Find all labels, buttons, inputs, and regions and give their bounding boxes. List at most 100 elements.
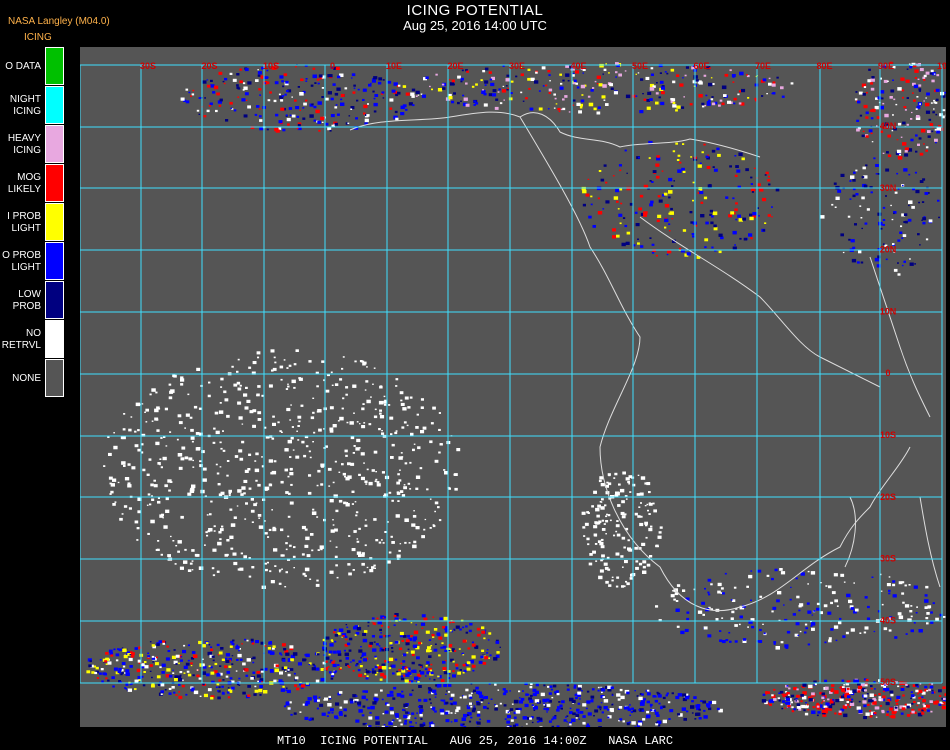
icing-cell xyxy=(86,670,91,674)
icing-cell xyxy=(679,161,682,164)
icing-cell xyxy=(707,591,710,594)
icing-cell xyxy=(850,239,855,243)
icing-cell xyxy=(738,102,742,105)
icing-cell xyxy=(452,83,455,86)
icing-cell xyxy=(280,99,284,102)
icing-cell xyxy=(413,510,415,512)
icing-cell xyxy=(158,640,162,644)
icing-cell xyxy=(183,644,186,647)
icing-cell xyxy=(238,684,241,686)
icing-cell xyxy=(223,390,227,394)
icing-cell xyxy=(554,693,557,695)
icing-cell xyxy=(853,171,856,174)
icing-cell xyxy=(671,185,674,187)
icing-cell xyxy=(154,408,159,413)
icing-cell xyxy=(207,84,211,88)
icing-cell xyxy=(284,93,287,96)
icing-cell xyxy=(900,712,904,715)
icing-cell xyxy=(706,703,711,707)
icing-cell xyxy=(919,152,924,156)
icing-cell xyxy=(679,83,684,87)
icing-cell xyxy=(330,97,334,101)
icing-cell xyxy=(494,106,499,110)
icing-cell xyxy=(149,393,152,396)
icing-cell xyxy=(841,688,846,692)
icing-cell xyxy=(287,535,290,538)
icing-cell xyxy=(513,716,517,719)
icing-cell xyxy=(805,702,807,704)
icing-cell xyxy=(870,132,873,135)
icing-cell xyxy=(332,424,337,428)
icing-cell xyxy=(206,109,210,113)
icing-cell xyxy=(345,386,349,389)
icing-cell xyxy=(889,690,894,694)
icing-cell xyxy=(162,640,166,643)
icing-cell xyxy=(374,657,378,660)
icing-cell xyxy=(849,180,852,182)
icing-cell xyxy=(656,219,660,223)
icing-cell xyxy=(149,641,152,643)
icing-cell xyxy=(693,75,698,79)
icing-cell xyxy=(579,698,581,700)
icing-cell xyxy=(902,601,905,604)
icing-cell xyxy=(746,585,749,588)
icing-cell xyxy=(415,487,419,490)
icing-cell xyxy=(382,79,385,81)
icing-cell xyxy=(285,114,288,116)
icing-cell xyxy=(222,679,225,681)
icing-cell xyxy=(288,364,292,367)
icing-cell xyxy=(616,533,621,537)
icing-cell xyxy=(333,660,336,662)
icing-cell xyxy=(403,421,407,424)
icing-cell xyxy=(762,197,767,202)
icing-cell xyxy=(772,606,777,610)
icing-cell xyxy=(855,169,858,172)
icing-cell xyxy=(842,635,846,638)
icing-cell xyxy=(160,466,163,469)
icing-cell xyxy=(900,136,903,138)
icing-cell xyxy=(375,697,379,701)
icing-cell xyxy=(248,575,252,578)
icing-cell xyxy=(479,718,481,721)
icing-cell xyxy=(397,84,401,87)
icing-cell xyxy=(117,481,120,484)
icing-cell xyxy=(385,725,389,727)
icing-cell xyxy=(825,702,830,706)
legend-item: LOW PROB xyxy=(0,281,66,320)
icing-cell xyxy=(889,707,894,711)
icing-cell xyxy=(267,647,271,650)
icing-cell xyxy=(391,650,394,653)
icing-cell xyxy=(764,174,767,176)
icing-cell xyxy=(311,667,316,671)
icing-cell xyxy=(904,260,906,263)
icing-cell xyxy=(325,97,329,101)
icing-map[interactable]: 30S20S10S010E20E30E40E50E60E70E80E90E100… xyxy=(80,47,946,727)
icing-cell xyxy=(296,127,299,130)
icing-cell xyxy=(877,96,882,100)
icing-cell xyxy=(292,555,296,558)
icing-cell xyxy=(465,631,469,634)
icing-cell xyxy=(927,135,931,138)
icing-cell xyxy=(280,107,285,111)
icing-cell xyxy=(405,642,410,646)
icing-cell xyxy=(211,567,215,570)
icing-cell xyxy=(586,537,590,541)
icing-cell xyxy=(468,629,472,633)
icing-cell xyxy=(518,690,521,693)
icing-cell xyxy=(605,533,607,535)
icing-cell xyxy=(618,213,623,217)
icing-cell xyxy=(454,487,458,491)
icing-cell xyxy=(255,452,259,456)
icing-cell xyxy=(830,689,834,693)
icing-cell xyxy=(497,689,500,691)
icing-cell xyxy=(806,703,809,706)
icing-cell xyxy=(451,649,455,652)
icing-cell xyxy=(750,237,753,240)
icing-cell xyxy=(342,635,345,637)
icing-cell xyxy=(810,625,813,627)
icing-cell xyxy=(596,75,601,80)
icing-cell xyxy=(598,83,603,87)
icing-cell xyxy=(178,466,183,470)
icing-cell xyxy=(275,129,280,133)
icing-cell xyxy=(252,656,256,660)
